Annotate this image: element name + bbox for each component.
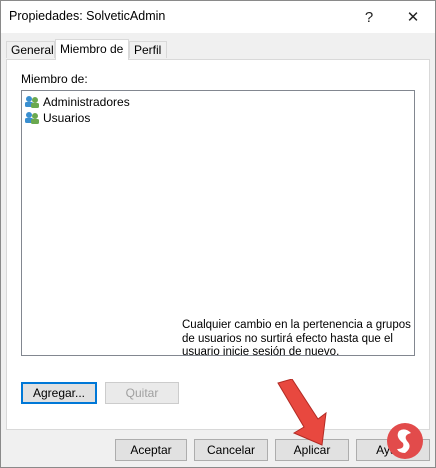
group-icon (25, 96, 39, 108)
member-name: Usuarios (43, 111, 91, 125)
add-button[interactable]: Agregar... (21, 382, 97, 404)
ok-button[interactable]: Aceptar (115, 439, 187, 461)
solvetic-logo-icon (387, 423, 423, 459)
help-title-button[interactable]: ? (347, 1, 391, 33)
tab-perfil[interactable]: Perfil (129, 41, 167, 58)
close-button[interactable]: ✕ (391, 1, 435, 33)
list-item[interactable]: Usuarios (24, 110, 90, 126)
remove-button[interactable]: Quitar (105, 382, 179, 404)
member-of-panel: Miembro de: Administradores Usuarios Agr… (6, 59, 430, 430)
red-arrow-icon (277, 379, 327, 446)
title-bar: Propiedades: SolveticAdmin ? ✕ (1, 1, 435, 33)
properties-dialog: Propiedades: SolveticAdmin ? ✕ General M… (0, 0, 436, 468)
cancel-button[interactable]: Cancelar (194, 439, 268, 461)
member-of-label: Miembro de: (21, 72, 88, 86)
member-of-list[interactable]: Administradores Usuarios (21, 90, 415, 356)
tab-general[interactable]: General (6, 41, 55, 58)
list-item[interactable]: Administradores (24, 94, 130, 110)
membership-note: Cualquier cambio en la pertenencia a gru… (182, 319, 411, 358)
group-icon (25, 112, 39, 124)
window-title: Propiedades: SolveticAdmin (9, 9, 166, 23)
tab-miembro-de[interactable]: Miembro de (55, 39, 129, 60)
member-name: Administradores (43, 95, 130, 109)
